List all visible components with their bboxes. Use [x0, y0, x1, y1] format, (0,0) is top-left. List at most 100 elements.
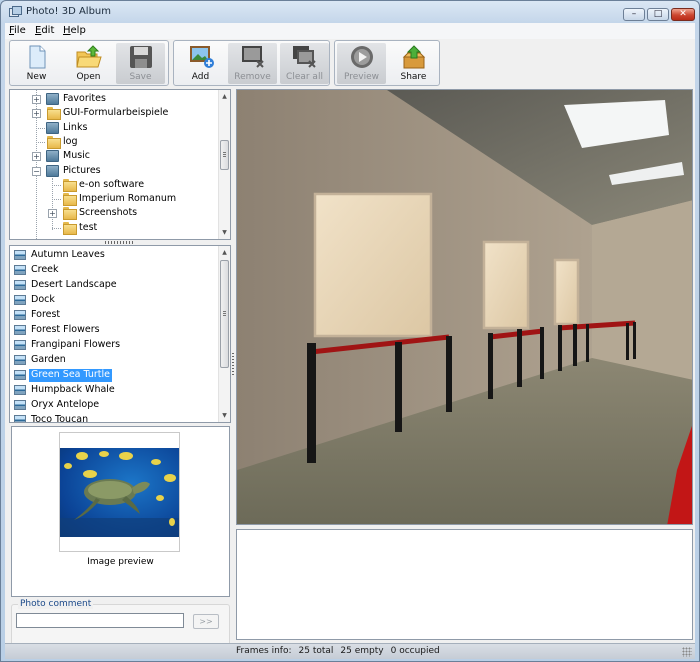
menu-edit[interactable]: Edit	[35, 25, 54, 36]
barrier-post	[446, 336, 452, 412]
menu-help[interactable]: Help	[63, 25, 86, 36]
gallery-scene	[237, 90, 692, 524]
barrier-post	[540, 327, 544, 379]
image-file-icon	[14, 250, 26, 260]
resize-grip-icon[interactable]	[682, 647, 692, 657]
image-file-icon	[14, 280, 26, 290]
expand-icon[interactable]: +	[32, 152, 41, 162]
tree-item-label: Pictures	[63, 164, 101, 176]
share-button[interactable]: Share	[389, 43, 438, 84]
image-file-icon	[14, 415, 26, 422]
scroll-up-icon[interactable]: ▲	[219, 91, 230, 102]
image-file-icon	[14, 400, 26, 410]
preview-button[interactable]: Preview	[337, 43, 386, 84]
tree-item-label: Imperium Romanum	[79, 193, 177, 205]
new-button[interactable]: New	[12, 43, 61, 84]
tree-list-splitter[interactable]	[105, 241, 135, 244]
photo-list-item-label: Green Sea Turtle	[29, 369, 113, 382]
scroll-down-icon[interactable]: ▼	[219, 410, 230, 421]
photo-list-item-label: Autumn Leaves	[31, 249, 105, 260]
music-folder-icon	[46, 150, 59, 163]
open-button[interactable]: Open	[64, 43, 113, 84]
close-icon: ✕	[679, 9, 687, 19]
photo-comment-group: Photo comment >>	[11, 599, 230, 648]
maximize-icon: □	[653, 9, 663, 19]
apply-comment-button[interactable]: >>	[193, 614, 219, 629]
image-file-icon	[14, 295, 26, 305]
clear-all-icon	[293, 46, 316, 68]
frames-total: 25 total	[298, 646, 334, 656]
barrier-post	[517, 329, 522, 387]
vertical-splitter[interactable]	[232, 353, 234, 377]
tree-item-label: e-on software	[79, 178, 145, 190]
new-button-label: New	[26, 72, 47, 82]
save-disk-icon	[130, 46, 152, 68]
3d-gallery-view[interactable]	[236, 89, 693, 525]
photo-list-item-label: Humpback Whale	[31, 384, 115, 395]
new-document-icon	[29, 45, 46, 69]
add-picture-icon	[190, 46, 214, 68]
scroll-thumb[interactable]	[220, 140, 229, 170]
client-area: File Edit Help New Open Save Add Remove …	[5, 23, 695, 659]
add-button[interactable]: Add	[176, 43, 225, 84]
scroll-thumb[interactable]	[220, 260, 229, 368]
barrier-post	[586, 324, 589, 362]
expand-icon[interactable]: +	[32, 109, 41, 119]
menu-edit-label: dit	[41, 25, 55, 36]
save-button-label: Save	[129, 72, 152, 82]
minimize-button[interactable]: –	[623, 8, 645, 21]
image-preview-panel: Image preview	[11, 426, 230, 597]
image-file-icon	[14, 355, 26, 365]
remove-button[interactable]: Remove	[228, 43, 277, 84]
scroll-up-icon[interactable]: ▲	[219, 247, 230, 258]
clear-all-button[interactable]: Clear all	[280, 43, 329, 84]
folder-icon	[62, 193, 77, 207]
tree-item-label: Screenshots	[79, 207, 138, 219]
tree-guide-line	[36, 127, 45, 129]
folder-tree-scrollbar[interactable]: ▲ ▼	[218, 90, 230, 239]
toolbar-group-view: Preview Share	[334, 40, 440, 86]
barrier-post	[633, 322, 636, 359]
barrier-post	[307, 343, 316, 463]
menu-help-accel: H	[63, 25, 71, 36]
tree-guide-line	[36, 141, 45, 143]
close-button[interactable]: ✕	[671, 8, 695, 21]
frame-info-pane	[236, 529, 693, 640]
clear-all-button-label: Clear all	[286, 72, 323, 82]
collapse-icon[interactable]: −	[32, 166, 41, 176]
photo-list-item-label: Creek	[31, 264, 59, 275]
scroll-down-icon[interactable]: ▼	[219, 227, 230, 238]
gallery-frame	[482, 240, 530, 330]
photo-list-item-label: Dock	[31, 294, 55, 305]
share-button-label: Share	[400, 72, 427, 82]
expand-icon[interactable]: +	[32, 95, 41, 104]
photo-list-item-label: Oryx Antelope	[31, 399, 100, 410]
window-title: Photo! 3D Album	[26, 6, 111, 17]
image-file-icon	[14, 385, 26, 395]
frames-occupied: 0 occupied	[390, 646, 440, 656]
save-button[interactable]: Save	[116, 43, 165, 84]
frames-info: Frames info: 25 total 25 empty 0 occupied	[236, 646, 447, 656]
tree-guide-line	[52, 227, 61, 229]
photo-list[interactable]: Autumn Leaves Creek Desert Landscape Dock Fo…	[9, 245, 231, 423]
photo-list-scrollbar[interactable]: ▲ ▼	[218, 246, 230, 422]
folder-icon	[46, 107, 61, 121]
expand-icon[interactable]: +	[48, 209, 57, 219]
barrier-post	[488, 333, 493, 399]
menu-file[interactable]: File	[9, 25, 26, 36]
image-file-icon	[14, 325, 26, 335]
preview-image	[60, 448, 179, 537]
folder-tree[interactable]: + Favorites + GUI-Formularbeispiele Links log…	[9, 89, 231, 240]
add-button-label: Add	[191, 72, 210, 82]
maximize-button[interactable]: □	[647, 8, 669, 21]
turtle-photo	[60, 451, 179, 537]
app-window: Photo! 3D Album – □ ✕ File Edit Help New…	[0, 0, 700, 662]
photo-comment-input[interactable]	[16, 613, 184, 628]
title-bar[interactable]: Photo! 3D Album – □ ✕	[1, 1, 699, 23]
open-folder-icon	[76, 45, 102, 68]
image-file-icon	[14, 370, 26, 380]
folder-icon	[46, 135, 61, 149]
photo-list-item-label: Forest	[31, 309, 61, 320]
preview-frame	[59, 432, 180, 552]
tree-item-label: log	[63, 135, 78, 147]
